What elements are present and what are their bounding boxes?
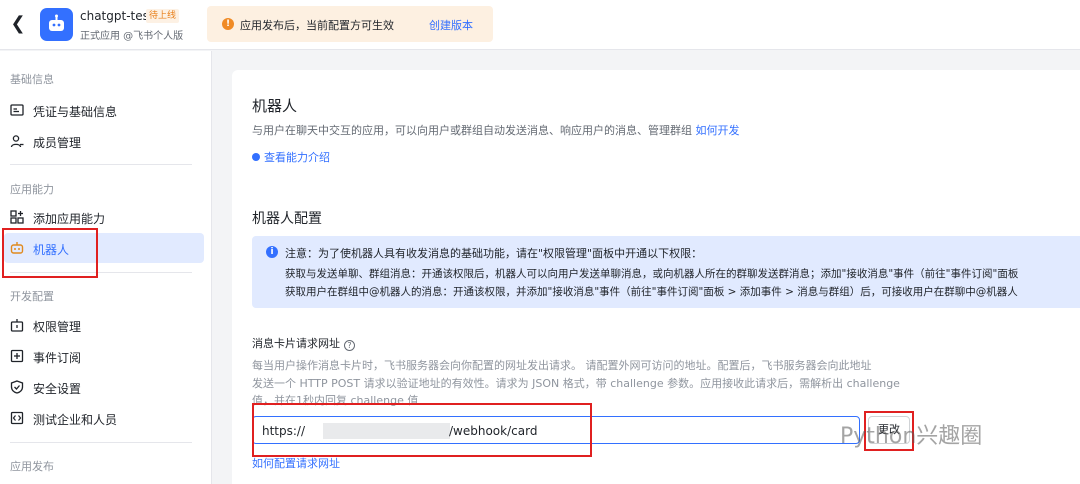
info-line: 获取与发送单聊、群组消息：开通该权限后，机器人可以向用户发送单聊消息，或向机器人…	[285, 268, 1019, 280]
shield-icon	[10, 380, 24, 394]
field-help: 每当用户操作消息卡片时，飞书服务器会向你配置的网址发出请求。 请配置外网可访问的…	[252, 359, 872, 372]
info-box: i 注意：为了使机器人具有收发消息的基础功能，请在"权限管理"面板中开通以下权限…	[252, 236, 1080, 308]
how-to-configure-link[interactable]: 如何配置请求网址	[252, 455, 340, 471]
sidebar-item-label: 添加应用能力	[33, 212, 106, 226]
info-line: 注意：为了使机器人具有收发消息的基础功能，请在"权限管理"面板中开通以下权限：	[285, 247, 703, 260]
sidebar-item-permissions[interactable]: 权限管理	[4, 310, 204, 340]
play-icon	[252, 153, 260, 161]
section-title-release: 应用发布	[10, 460, 54, 473]
sidebar-item-members[interactable]: 成员管理	[4, 126, 204, 156]
divider	[10, 164, 192, 165]
watermark: Python兴趣圈	[840, 424, 983, 449]
app-name: chatgpt-test	[80, 9, 154, 23]
divider	[10, 442, 192, 443]
permission-icon	[10, 319, 24, 332]
sidebar-item-label: 事件订阅	[33, 351, 82, 365]
robot-face-icon	[49, 14, 64, 31]
section-title-basic: 基础信息	[10, 73, 54, 86]
description-text: 与用户在聊天中交互的应用，可以向用户或群组自动发送消息、响应用户的消息、管理群组	[252, 124, 692, 137]
create-version-link[interactable]: 创建版本	[429, 17, 473, 33]
info-icon: i	[266, 246, 278, 258]
warning-icon: !	[222, 18, 234, 30]
app-icon	[40, 8, 73, 41]
sidebar-item-events[interactable]: 事件订阅	[4, 341, 204, 371]
status-badge: 待上线	[146, 9, 180, 23]
sidebar: 基础信息 凭证与基础信息 成员管理 应用能力 添加应用能力 机器人 开发配置 权…	[0, 51, 212, 484]
field-label-text: 消息卡片请求网址	[252, 337, 340, 350]
sidebar-item-label: 安全设置	[33, 382, 82, 396]
page-title: 机器人	[252, 97, 298, 115]
notice-text: 应用发布后，当前配置方可生效	[240, 19, 394, 32]
section-title-capability: 应用能力	[10, 183, 54, 196]
chevron-left-icon[interactable]: ❮	[8, 14, 28, 34]
sidebar-item-label: 成员管理	[33, 136, 82, 150]
view-capability-label: 查看能力介绍	[264, 151, 330, 164]
field-label: 消息卡片请求网址?	[252, 335, 355, 351]
field-help: 发送一个 HTTP POST 请求以验证地址的有效性。请求为 JSON 格式，带…	[252, 377, 900, 390]
view-capability-link[interactable]: 查看能力介绍	[252, 149, 330, 165]
add-capability-icon	[10, 210, 24, 224]
config-title: 机器人配置	[252, 211, 322, 227]
sidebar-item-label: 权限管理	[33, 320, 82, 334]
section-title-dev: 开发配置	[10, 290, 54, 303]
code-icon	[10, 411, 24, 425]
sidebar-item-credentials[interactable]: 凭证与基础信息	[4, 95, 204, 125]
info-line: 获取用户在群组中@机器人的消息：开通该权限，并添加"接收消息"事件（前往"事件订…	[285, 286, 1018, 298]
member-icon	[10, 135, 24, 148]
highlight-box	[252, 403, 592, 457]
event-icon	[10, 349, 24, 363]
highlight-box	[2, 228, 98, 278]
credential-icon	[10, 104, 24, 116]
publish-notice: ! 应用发布后，当前配置方可生效 创建版本	[207, 6, 493, 42]
sidebar-item-label: 凭证与基础信息	[33, 105, 118, 119]
help-icon[interactable]: ?	[344, 340, 355, 351]
how-to-develop-link[interactable]: 如何开发	[696, 124, 740, 137]
sidebar-item-label: 测试企业和人员	[33, 413, 118, 427]
sidebar-item-test-tenants[interactable]: 测试企业和人员	[4, 403, 204, 433]
page-description: 与用户在聊天中交互的应用，可以向用户或群组自动发送消息、响应用户的消息、管理群组…	[252, 122, 740, 138]
sidebar-item-security[interactable]: 安全设置	[4, 372, 204, 402]
top-bar: ❮ chatgpt-test 待上线 正式应用 @飞书个人版 ! 应用发布后，当…	[0, 0, 1080, 50]
app-subtitle: 正式应用 @飞书个人版	[80, 31, 184, 42]
